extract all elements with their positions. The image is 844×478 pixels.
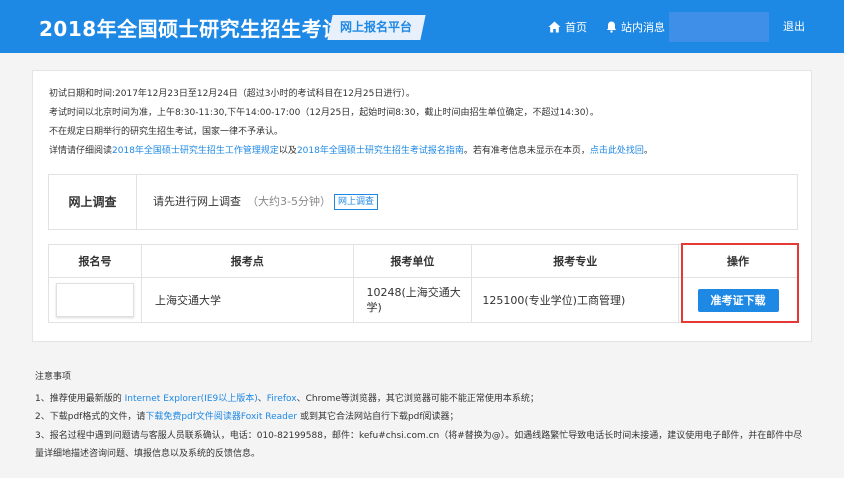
user-name-box[interactable]	[669, 12, 769, 42]
notice-text: 详情请仔细阅读	[49, 146, 113, 156]
notes-title: 注意事项	[35, 372, 72, 382]
header-exam-unit: 报考单位	[352, 244, 473, 278]
ie-link[interactable]: Internet Explorer(IE9以上版本)	[125, 394, 258, 404]
notice-text: 。	[643, 146, 653, 156]
survey-label: 网上调查	[49, 175, 137, 229]
recover-link[interactable]: 点击此处找回	[590, 146, 644, 156]
survey-duration-hint: （大约3-5分钟）	[247, 195, 331, 208]
note-text: 、	[257, 393, 267, 404]
note-text: 、Chrome等浏览器，其它浏览器可能不能正常使用本系统；	[296, 393, 539, 404]
nav-messages-label: 站内消息	[621, 20, 665, 34]
foxit-link[interactable]: 下载免费pdf文件阅读器Foxit Reader	[145, 412, 297, 422]
note-1: 1、推荐使用最新版的 Internet Explorer(IE9以上版本)、Fi…	[35, 390, 802, 409]
site-title: 2018年全国硕士研究生招生考试	[39, 17, 343, 41]
nav-messages[interactable]: 站内消息	[606, 0, 665, 53]
firefox-link[interactable]: Firefox	[267, 394, 297, 404]
note-2: 2、下载pdf格式的文件，请下载免费pdf文件阅读器Foxit Reader 或…	[35, 408, 802, 427]
note-3-line-2: 量详细地描述咨询问题、填报信息以及系统的反馈信息。	[35, 449, 261, 459]
note-text: 或到其它合法网站自行下载pdf阅读器；	[297, 412, 459, 422]
platform-badge: 网上报名平台	[327, 15, 426, 40]
header-exam-major: 报考专业	[471, 244, 680, 278]
exam-notice: 初试日期和时间:2017年12月23日至12月24日（超过3小时的考试科目在12…	[49, 85, 653, 161]
survey-button[interactable]: 网上调查	[334, 194, 379, 210]
note-text: 1、推荐使用最新版的	[35, 393, 125, 404]
notice-line-3: 不在规定日期举行的研究生招生考试，国家一律不予承认。	[49, 127, 284, 137]
nav-home[interactable]: 首页	[548, 0, 587, 53]
reg-number-cell	[48, 277, 142, 323]
bell-icon	[606, 21, 617, 33]
survey-prompt: 请先进行网上调查 （大约3-5分钟）	[153, 175, 331, 229]
survey-prompt-text: 请先进行网上调查	[153, 195, 241, 208]
home-icon	[548, 21, 561, 32]
guide-link[interactable]: 2018年全国硕士研究生招生考试报名指南	[297, 146, 464, 156]
notice-text: 。若有准考信息未显示在本页，	[463, 146, 590, 156]
exam-unit-cell: 10248(上海交通大学)	[352, 277, 473, 323]
regulation-link[interactable]: 2018年全国硕士研究生招生工作管理规定	[112, 146, 279, 156]
exam-site-cell: 上海交通大学	[140, 277, 354, 323]
notice-line-2: 考试时间以北京时间为准，上午8:30-11:30,下午14:00-17:00（1…	[49, 108, 599, 118]
exam-major-cell: 125100(专业学位)工商管理)	[471, 277, 680, 323]
reg-number-redacted	[55, 283, 134, 317]
header-reg-number: 报名号	[48, 244, 142, 278]
top-header: 2018年全国硕士研究生招生考试 网上报名平台 首页 站内消息 退出	[0, 0, 844, 53]
note-text: 2、下载pdf格式的文件，请	[35, 412, 146, 422]
note-3-line-1: 3、报名过程中遇到问题请与客服人员联系确认，电话：010-82199588，邮件…	[35, 430, 803, 441]
notes-section: 注意事项 1、推荐使用最新版的 Internet Explorer(IE9以上版…	[35, 368, 802, 464]
nav-home-label: 首页	[565, 20, 587, 34]
logout-link[interactable]: 退出	[783, 0, 805, 53]
highlight-box	[681, 243, 799, 323]
header-exam-site: 报考点	[140, 244, 354, 278]
platform-badge-label: 网上报名平台	[340, 20, 413, 34]
survey-panel: 网上调查 请先进行网上调查 （大约3-5分钟） 网上调查	[48, 174, 798, 230]
notice-line-1: 初试日期和时间:2017年12月23日至12月24日（超过3小时的考试科目在12…	[49, 89, 415, 99]
notice-line-4: 详情请仔细阅读2018年全国硕士研究生招生工作管理规定以及2018年全国硕士研究…	[49, 142, 653, 161]
notice-text: 以及	[278, 146, 297, 156]
